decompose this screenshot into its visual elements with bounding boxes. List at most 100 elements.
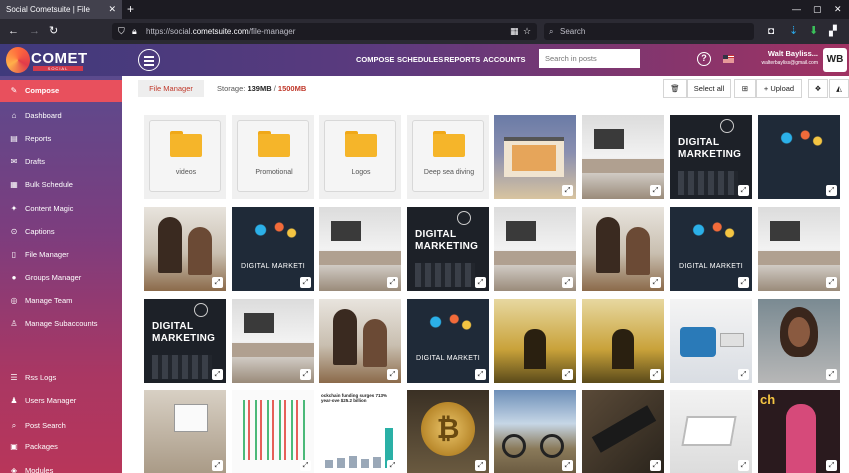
back-icon[interactable]: ← [8,19,19,44]
expand-icon[interactable]: ⤢ [650,369,661,380]
image-thumbnail[interactable]: ⤢ [582,390,664,473]
sidebar-item-modules[interactable]: ◈ Modules [0,460,122,473]
expand-icon[interactable]: ⤢ [562,460,573,471]
hamburger-menu-icon[interactable] [138,49,160,71]
bookmark-star-icon[interactable]: ☆ [523,23,531,40]
pocket-icon[interactable]: ◘ [768,19,774,44]
url-text[interactable]: https://social.cometsuite.com/file-manag… [146,23,295,40]
image-thumbnail[interactable]: ch ⤢ [758,390,840,473]
browser-tab[interactable]: Social Cometsuite | File Manager ✕ [0,0,122,33]
image-thumbnail[interactable]: ⤢ [670,390,752,473]
nav-reports[interactable]: REPORTS [444,44,480,76]
sidebar-item-compose[interactable]: ✎ Compose [0,80,122,102]
image-thumbnail[interactable]: ⤢ [494,115,576,199]
expand-icon[interactable]: ⤢ [826,185,837,196]
image-thumbnail[interactable]: DIGITAL MARKETING ⤢ [144,299,226,383]
expand-icon[interactable]: ⤢ [387,460,398,471]
expand-icon[interactable]: ⤢ [826,277,837,288]
integrations-button[interactable]: ❖ [808,79,828,98]
image-thumbnail[interactable]: ⤢ [582,299,664,383]
expand-icon[interactable]: ⤢ [212,369,223,380]
expand-icon[interactable]: ⤢ [738,185,749,196]
sidebar-item-manage-team[interactable]: ◎ Manage Team [0,290,122,312]
expand-icon[interactable]: ⤢ [650,460,661,471]
image-thumbnail[interactable]: ₿ ⤢ [407,390,489,473]
sidebar-item-file-manager[interactable]: ▯ File Manager [0,244,122,266]
address-bar[interactable]: ⛉ 🔒︎ https://social.cometsuite.com/file-… [112,23,537,40]
sidebar-item-captions[interactable]: ⊙ Captions [0,221,122,243]
nav-accounts[interactable]: ACCOUNTS [483,44,526,76]
image-thumbnail[interactable]: ⤢ [319,299,401,383]
download-icon[interactable]: ⇣ [789,19,798,44]
expand-icon[interactable]: ⤢ [562,277,573,288]
image-thumbnail[interactable]: DIGITAL MARKETI ⤢ [670,207,752,291]
image-thumbnail[interactable]: ⤢ [232,390,314,473]
expand-icon[interactable]: ⤢ [738,460,749,471]
shield-icon[interactable]: ⛉ [118,23,125,40]
image-thumbnail[interactable]: ⤢ [758,207,840,291]
us-flag-icon[interactable] [723,55,734,63]
delete-button[interactable]: 🗑︎ [663,79,687,98]
user-name[interactable]: Walt Bayliss... [752,49,818,58]
expand-icon[interactable]: ⤢ [826,460,837,471]
expand-icon[interactable]: ⤢ [212,277,223,288]
image-thumbnail[interactable]: ⤢ [494,207,576,291]
expand-icon[interactable]: ⤢ [475,460,486,471]
image-thumbnail[interactable]: ⤢ [494,390,576,473]
forward-icon[interactable]: → [29,19,40,44]
image-thumbnail[interactable]: ⤢ [319,207,401,291]
expand-icon[interactable]: ⤢ [387,277,398,288]
new-tab-icon[interactable]: + [127,0,134,19]
expand-icon[interactable]: ⤢ [650,185,661,196]
extension-icon[interactable]: ⬇ [809,19,818,44]
select-all-button[interactable]: Select all [687,79,731,98]
upload-button[interactable]: + Upload [756,79,802,98]
expand-icon[interactable]: ⤢ [212,460,223,471]
image-thumbnail[interactable]: ⤢ [758,299,840,383]
avatar[interactable]: WB [823,48,847,72]
image-thumbnail[interactable]: ockchain funding surges 713% year-ove $2… [319,390,401,473]
browser-search-bar[interactable]: ⌕ Search [544,23,754,40]
expand-icon[interactable]: ⤢ [650,277,661,288]
sidebar-item-drafts[interactable]: ✉ Drafts [0,151,122,173]
reload-icon[interactable]: ↻ [49,19,58,44]
image-thumbnail[interactable]: ⤢ [758,115,840,199]
sidebar-item-manage-subaccounts[interactable]: ♙ Manage Subaccounts [0,313,122,335]
expand-icon[interactable]: ⤢ [475,277,486,288]
image-thumbnail[interactable]: DIGITAL MARKETING ⤢ [407,207,489,291]
image-thumbnail[interactable]: DIGITAL MARKETI ⤢ [232,207,314,291]
expand-icon[interactable]: ⤢ [300,277,311,288]
expand-icon[interactable]: ⤢ [738,369,749,380]
folder-promotional[interactable]: Promotional [232,115,314,199]
sidebar-item-dashboard[interactable]: ⌂ Dashboard [0,105,122,127]
maximize-icon[interactable]: ▢ [813,0,822,19]
sidebar-item-packages[interactable]: ▣ Packages [0,436,122,458]
image-thumbnail[interactable]: DIGITAL MARKETING ⤢ [670,115,752,199]
sidebar-item-rss-logs[interactable]: ☰ Rss Logs [0,367,122,389]
folder-logos[interactable]: Logos [319,115,401,199]
image-thumbnail[interactable]: ⤢ [144,390,226,473]
sidebar-item-post-search[interactable]: ⌕ Post Search [0,415,122,437]
sidebar-item-content-magic[interactable]: ✦ Content Magic [0,198,122,220]
help-icon[interactable]: ? [697,52,711,66]
qr-icon[interactable]: ▦ [510,23,519,40]
folder-videos[interactable]: videos [144,115,226,199]
expand-icon[interactable]: ⤢ [475,369,486,380]
sidebar-item-groups-manager[interactable]: ● Groups Manager [0,267,122,289]
image-thumbnail[interactable]: ⤢ [582,207,664,291]
lock-icon[interactable]: 🔒︎ [132,23,137,40]
folder-deep-sea-diving[interactable]: Deep sea diving [407,115,489,199]
nav-schedules[interactable]: SCHEDULES [397,44,443,76]
nav-compose[interactable]: COMPOSE [356,44,394,76]
expand-icon[interactable]: ⤢ [826,369,837,380]
image-thumbnail[interactable]: ⤢ [494,299,576,383]
image-thumbnail[interactable]: ⤢ [144,207,226,291]
expand-icon[interactable]: ⤢ [738,277,749,288]
sidebar-item-users-manager[interactable]: ♟ Users Manager [0,390,122,412]
window-close-icon[interactable]: ✕ [834,0,842,19]
expand-icon[interactable]: ⤢ [300,369,311,380]
image-thumbnail[interactable]: ⤢ [232,299,314,383]
image-thumbnail[interactable]: ⤢ [670,299,752,383]
close-tab-icon[interactable]: ✕ [108,0,116,19]
post-search-input[interactable] [539,49,640,68]
